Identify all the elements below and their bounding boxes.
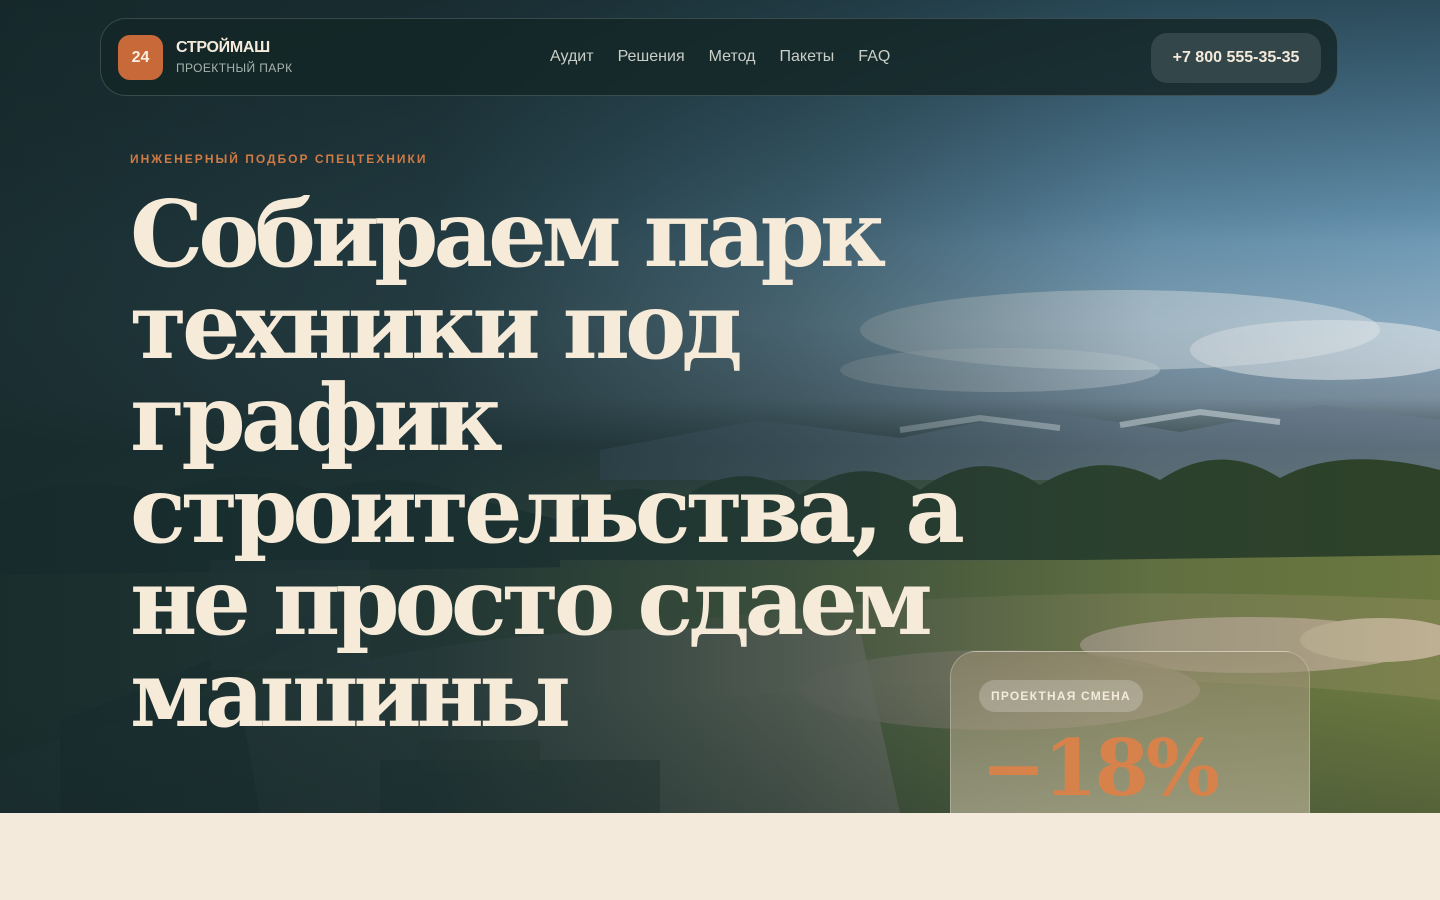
stat-value: −18% — [981, 723, 1220, 813]
page-below-hero — [0, 813, 1440, 900]
brand-name[interactable]: СТРОЙМАШ — [176, 39, 270, 57]
hero-headline: Собираем парк техники под график строите… — [130, 180, 965, 748]
main-nav: Аудит Решения Метод Пакеты FAQ — [550, 48, 890, 66]
brand-subtitle: ПРОЕКТНЫЙ ПАРК — [176, 61, 293, 75]
nav-link-method[interactable]: Метод — [709, 48, 756, 66]
top-navbar: 24 СТРОЙМАШ ПРОЕКТНЫЙ ПАРК Аудит Решения… — [100, 18, 1338, 96]
logo-badge[interactable]: 24 — [118, 35, 163, 80]
stat-chip: ПРОЕКТНАЯ СМЕНА — [979, 680, 1143, 712]
hero-section: 24 СТРОЙМАШ ПРОЕКТНЫЙ ПАРК Аудит Решения… — [0, 0, 1440, 813]
nav-link-packages[interactable]: Пакеты — [780, 48, 835, 66]
nav-link-faq[interactable]: FAQ — [858, 48, 890, 66]
nav-link-audit[interactable]: Аудит — [550, 48, 594, 66]
hero-eyebrow: ИНЖЕНЕРНЫЙ ПОДБОР СПЕЦТЕХНИКИ — [130, 152, 428, 166]
phone-button[interactable]: +7 800 555-35-35 — [1151, 33, 1321, 83]
nav-link-solutions[interactable]: Решения — [618, 48, 685, 66]
stat-card: ПРОЕКТНАЯ СМЕНА −18% — [950, 651, 1310, 813]
